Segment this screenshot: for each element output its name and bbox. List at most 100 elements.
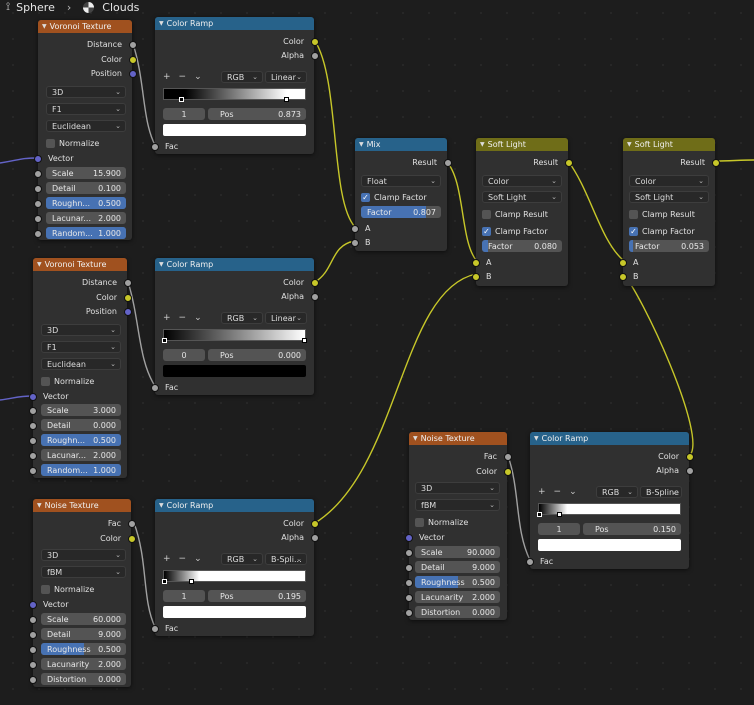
socket-input[interactable] [34,230,42,238]
value-field[interactable]: Random... 1.000 [41,464,121,476]
ramp-menu-button[interactable]: ⌄ [194,313,202,323]
ramp-stop-active[interactable] [162,338,167,343]
node-header[interactable]: ▼ Color Ramp [155,17,314,30]
noise-texture-node-1[interactable]: ▼ Noise Texture Fac Color 3D ⌄ fBM ⌄ Normal… [29,499,136,687]
collapse-arrow-icon[interactable]: ▼ [359,141,364,148]
socket-fac[interactable] [504,453,512,461]
value-field[interactable]: Lacunar... 2.000 [41,449,121,461]
clamp-factor-checkbox[interactable]: ✓ Clamp Factor [629,225,695,237]
socket-b[interactable] [472,273,480,281]
socket-fac[interactable] [151,384,159,392]
node-header[interactable]: ▼ Noise Texture [33,499,131,512]
soft-light-node-2[interactable]: ▼ Soft Light Result Color ⌄ Soft Light ⌄ Cl… [619,138,720,286]
noise-texture-node-2[interactable]: ▼ Noise Texture Fac Color 3D ⌄ fBM ⌄ Normal… [405,432,512,620]
interpolation-dropdown[interactable]: Linear ⌄ [265,71,307,83]
mix-node[interactable]: ▼ Mix Result Float ⌄ ✓ Clamp Factor Factor 0… [351,138,452,251]
socket-color[interactable] [128,535,136,543]
collapse-arrow-icon[interactable]: ▼ [159,502,164,509]
socket-b[interactable] [351,239,359,247]
socket-input[interactable] [405,594,413,602]
remove-stop-button[interactable]: − [554,487,562,497]
noise-type-dropdown[interactable]: fBM ⌄ [415,499,500,511]
ramp-stop-active[interactable] [557,512,562,517]
blend-mode-dropdown[interactable]: Soft Light ⌄ [629,191,709,203]
value-field[interactable]: Lacunarity 2.000 [415,591,500,603]
socket-vector[interactable] [34,155,42,163]
socket-a[interactable] [619,259,627,267]
ramp-stop-active[interactable] [284,97,289,102]
stop-color-swatch[interactable] [163,124,306,136]
metric-dropdown[interactable]: Euclidean ⌄ [46,120,126,132]
data-type-dropdown[interactable]: Float ⌄ [361,175,441,187]
collapse-arrow-icon[interactable]: ▼ [159,20,164,27]
factor-field[interactable]: Factor 0.807 [361,206,441,218]
ramp-menu-button[interactable]: ⌄ [569,487,577,497]
color-ramp-node-3[interactable]: ▼ Color Ramp Color Alpha + − ⌄ RGB ⌄ B-Spli.… [151,499,319,636]
node-header[interactable]: ▼ Color Ramp [155,499,314,512]
noise-type-dropdown[interactable]: fBM ⌄ [41,566,126,578]
stop-color-swatch[interactable] [538,539,681,551]
add-stop-button[interactable]: + [163,313,171,323]
collapse-arrow-icon[interactable]: ▼ [627,141,632,148]
socket-a[interactable] [472,259,480,267]
node-header[interactable]: ▼ Noise Texture [409,432,507,445]
socket-b[interactable] [619,273,627,281]
color-mode-dropdown[interactable]: RGB ⌄ [221,71,263,83]
socket-distance[interactable] [129,41,137,49]
collapse-arrow-icon[interactable]: ▼ [480,141,485,148]
add-stop-button[interactable]: + [163,554,171,564]
socket-color[interactable] [686,453,694,461]
stop-position-field[interactable]: Pos 0.873 [208,108,306,120]
socket-alpha[interactable] [311,293,319,301]
socket-vector[interactable] [29,601,37,609]
socket-input[interactable] [34,170,42,178]
metric-dropdown[interactable]: Euclidean ⌄ [41,358,121,370]
socket-input[interactable] [29,452,37,460]
voronoi-texture-node-1[interactable]: ▼ Voronoi Texture Distance Color Position… [34,20,137,240]
socket-vector[interactable] [29,393,37,401]
socket-result[interactable] [712,159,720,167]
data-type-dropdown[interactable]: Color ⌄ [482,175,562,187]
clamp-factor-checkbox[interactable]: ✓ Clamp Factor [361,191,427,203]
ramp-stop[interactable] [162,579,167,584]
value-field[interactable]: Roughness 0.500 [415,576,500,588]
node-header[interactable]: ▼ Color Ramp [155,258,314,271]
socket-result[interactable] [565,159,573,167]
socket-alpha[interactable] [311,52,319,60]
stop-position-field[interactable]: Pos 0.150 [583,523,681,535]
add-stop-button[interactable]: + [163,72,171,82]
factor-field[interactable]: Factor 0.053 [629,240,709,252]
color-mode-dropdown[interactable]: RGB ⌄ [596,486,638,498]
dimensions-dropdown[interactable]: 3D ⌄ [46,86,126,98]
socket-alpha[interactable] [311,534,319,542]
color-ramp-node-4[interactable]: ▼ Color Ramp Color Alpha + − ⌄ RGB ⌄ B-Splin… [526,432,694,569]
socket-position[interactable] [124,308,132,316]
dimensions-dropdown[interactable]: 3D ⌄ [41,549,126,561]
value-field[interactable]: Scale 3.000 [41,404,121,416]
value-field[interactable]: Detail 0.100 [46,182,126,194]
socket-input[interactable] [405,579,413,587]
value-field[interactable]: Scale 15.900 [46,167,126,179]
normalize-checkbox[interactable]: Normalize [46,137,99,149]
socket-input[interactable] [405,564,413,572]
add-stop-button[interactable]: + [538,487,546,497]
dimensions-dropdown[interactable]: 3D ⌄ [415,482,500,494]
socket-position[interactable] [129,70,137,78]
ramp-stop[interactable] [302,338,307,343]
interpolation-dropdown[interactable]: B-Spline ⌄ [640,486,682,498]
value-field[interactable]: Scale 90.000 [415,546,500,558]
value-field[interactable]: Roughn... 0.500 [46,197,126,209]
stop-index-field[interactable]: 1 [163,108,205,120]
socket-distance[interactable] [124,279,132,287]
stop-index-field[interactable]: 1 [538,523,580,535]
node-header[interactable]: ▼ Mix [355,138,447,151]
socket-color[interactable] [504,468,512,476]
socket-fac[interactable] [151,143,159,151]
node-header[interactable]: ▼ Soft Light [623,138,715,151]
remove-stop-button[interactable]: − [179,72,187,82]
value-field[interactable]: Random... 1.000 [46,227,126,239]
collapse-arrow-icon[interactable]: ▼ [534,435,539,442]
stop-index-field[interactable]: 0 [163,349,205,361]
clamp-result-checkbox[interactable]: Clamp Result [629,208,695,220]
node-header[interactable]: ▼ Voronoi Texture [33,258,127,271]
